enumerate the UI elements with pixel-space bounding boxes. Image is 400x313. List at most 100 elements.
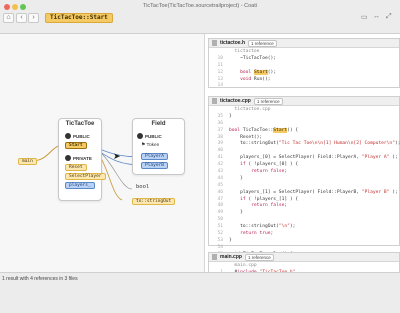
code-line[interactable]: 12 bool Start(); [209,69,399,77]
code-line[interactable]: 45 [209,183,399,190]
public-icon [65,133,71,139]
code-line[interactable]: 13 void Run(); [209,77,399,84]
swap-icon[interactable]: ↔ [373,13,380,23]
code-panel-tictactoe-cpp[interactable]: tictactoe.cpp 1 reference tictactoe.cpp 3… [208,96,400,257]
line-text: tictactoe.cpp [229,107,271,112]
code-line[interactable]: 54 [209,245,399,252]
line-text: to::stringOut("\n"); [229,224,296,230]
file-icon [212,98,217,104]
member-start[interactable]: Start [65,142,87,149]
reference-count[interactable]: 1 reference [248,39,277,47]
member-token[interactable]: ⚑ Token [141,143,159,148]
active-symbol-chip[interactable]: TicTacToe::Start [45,13,113,23]
class-node-title: TicTacToe [65,121,95,127]
tostring-node[interactable]: to::stringOut [132,198,176,205]
code-line[interactable]: 14 [209,83,399,90]
line-number: 51 [217,224,223,230]
line-number: 35 [217,113,223,119]
code-line[interactable]: tictactoe.cpp [209,107,399,114]
line-number: 54 [217,244,223,250]
code-snippet[interactable]: tictactoe 10 ~TicTacToe(); 11 12 bool Start… [209,48,399,90]
code-line[interactable]: main.cpp [209,263,399,270]
public-icon [137,133,143,139]
mouse-cursor-icon: ➤ [113,151,121,161]
main-node[interactable]: main [18,158,37,165]
line-text: Reset(); [229,134,263,140]
code-line[interactable]: 39 to::stringOut("Tic Tac Toe\n\n[1] Hum… [209,141,400,148]
code-line[interactable]: 46 players_[1] = SelectPlayer( Field::Pl… [209,190,399,197]
file-name[interactable]: tictactoe.cpp [220,98,251,104]
panel-header: main.cpp 1 reference [209,253,399,262]
code-line[interactable]: 35} [209,114,399,121]
line-text: return true; [240,231,274,237]
line-text: players_[1] = SelectPlayer( Field::Playe… [229,189,398,195]
line-number: 10 [217,55,223,61]
code-line[interactable]: 44 } [209,176,399,183]
line-number: 52 [217,231,223,237]
line-number: 42 [217,162,223,168]
line-number: 46 [217,189,223,195]
graph-view[interactable]: main TicTacToe PUBLIC Start PRIVATE Rese… [0,34,205,272]
file-name[interactable]: main.cpp [220,254,242,260]
code-line[interactable]: 49 } [209,210,399,217]
title-bar: TicTacToe(TicTacToe.sourcetrailproject) … [0,0,400,34]
back-button[interactable]: ‹ [16,13,27,23]
panel-header: tictactoe.h 1 reference [209,39,399,48]
code-line[interactable]: 37 bool TicTacToe::Start() { [209,127,399,135]
member-players[interactable]: players_ [65,182,95,189]
line-text: bool TicTacToe::Start() { [229,127,299,133]
panel-header: tictactoe.cpp 1 reference [209,97,399,106]
code-line[interactable]: 43 return false; [209,169,399,176]
line-text: return false; [251,203,288,209]
code-panel-tictactoe-h[interactable]: tictactoe.h 1 reference tictactoe 10 ~Tic… [208,38,400,88]
reference-count[interactable]: 1 reference [253,97,283,105]
member-playerB[interactable]: PlayerB [141,162,168,169]
status-text: 1 result with 4 references in 3 files [2,276,78,282]
split-view-icon[interactable]: ▭ [361,13,368,23]
code-line[interactable]: 51 to::stringOut("\n"); [209,224,399,231]
window-title: TicTacToe(TicTacToe.sourcetrailproject) … [143,3,257,9]
file-icon [212,40,217,46]
line-text: main.cpp [229,263,257,268]
line-text: if ( !players_[0] ) { [240,162,299,168]
member-selectplayer[interactable]: SelectPlayer [65,173,106,180]
line-text: to::stringOut("Tic Tac Toe\n\n[1] Human\… [229,141,400,147]
expand-icon[interactable]: ⤢ [386,13,392,23]
forward-button[interactable]: › [28,13,39,23]
private-section-label: PRIVATE [65,155,92,161]
bool-node[interactable]: bool [136,184,149,190]
field-public-label: PUBLIC [137,133,162,139]
status-bar: 1 result with 4 references in 3 files [0,272,400,313]
code-snippet[interactable]: tictactoe.cpp 35} 36 37 bool TicTacToe::Star… [209,106,400,259]
class-node-tictactoe[interactable]: TicTacToe PUBLIC Start PRIVATE Reset Sel… [58,118,106,201]
line-number: 43 [217,169,223,175]
line-text: tictactoe [229,49,260,54]
home-button[interactable]: ⌂ [3,13,14,23]
line-text: void Run(); [240,76,271,82]
line-text: bool Start(); [240,69,277,75]
file-name[interactable]: tictactoe.h [220,40,245,46]
line-number: 36 [217,120,223,126]
line-text: players_[0] = SelectPlayer( Field::Playe… [229,155,398,161]
code-line[interactable]: 36 [209,121,399,128]
code-line[interactable]: tictactoe [209,49,399,56]
line-number: 45 [217,182,223,188]
class-node-field[interactable]: Field PUBLIC ⚑ Token PlayerA PlayerB [132,118,185,175]
line-text: } [229,210,243,216]
line-number: 37 [217,127,223,133]
line-number: 11 [217,62,223,68]
code-line[interactable]: 42 if ( !players_[0] ) { [209,162,399,169]
member-playerA[interactable]: PlayerA [141,153,168,160]
code-line[interactable]: 10 ~TicTacToe(); [209,56,399,63]
line-text: } [229,175,243,181]
code-line[interactable]: 11 [209,63,399,70]
reference-count[interactable]: 1 reference [244,253,274,261]
public-section-label: PUBLIC [65,133,90,139]
line-text: } [229,237,232,243]
line-number: 53 [217,237,223,243]
file-icon [212,254,217,260]
member-reset[interactable]: Reset [65,164,87,171]
code-line[interactable]: 52 return true; [209,231,399,238]
code-line[interactable]: 53} [209,238,399,245]
line-number: 44 [217,175,223,181]
